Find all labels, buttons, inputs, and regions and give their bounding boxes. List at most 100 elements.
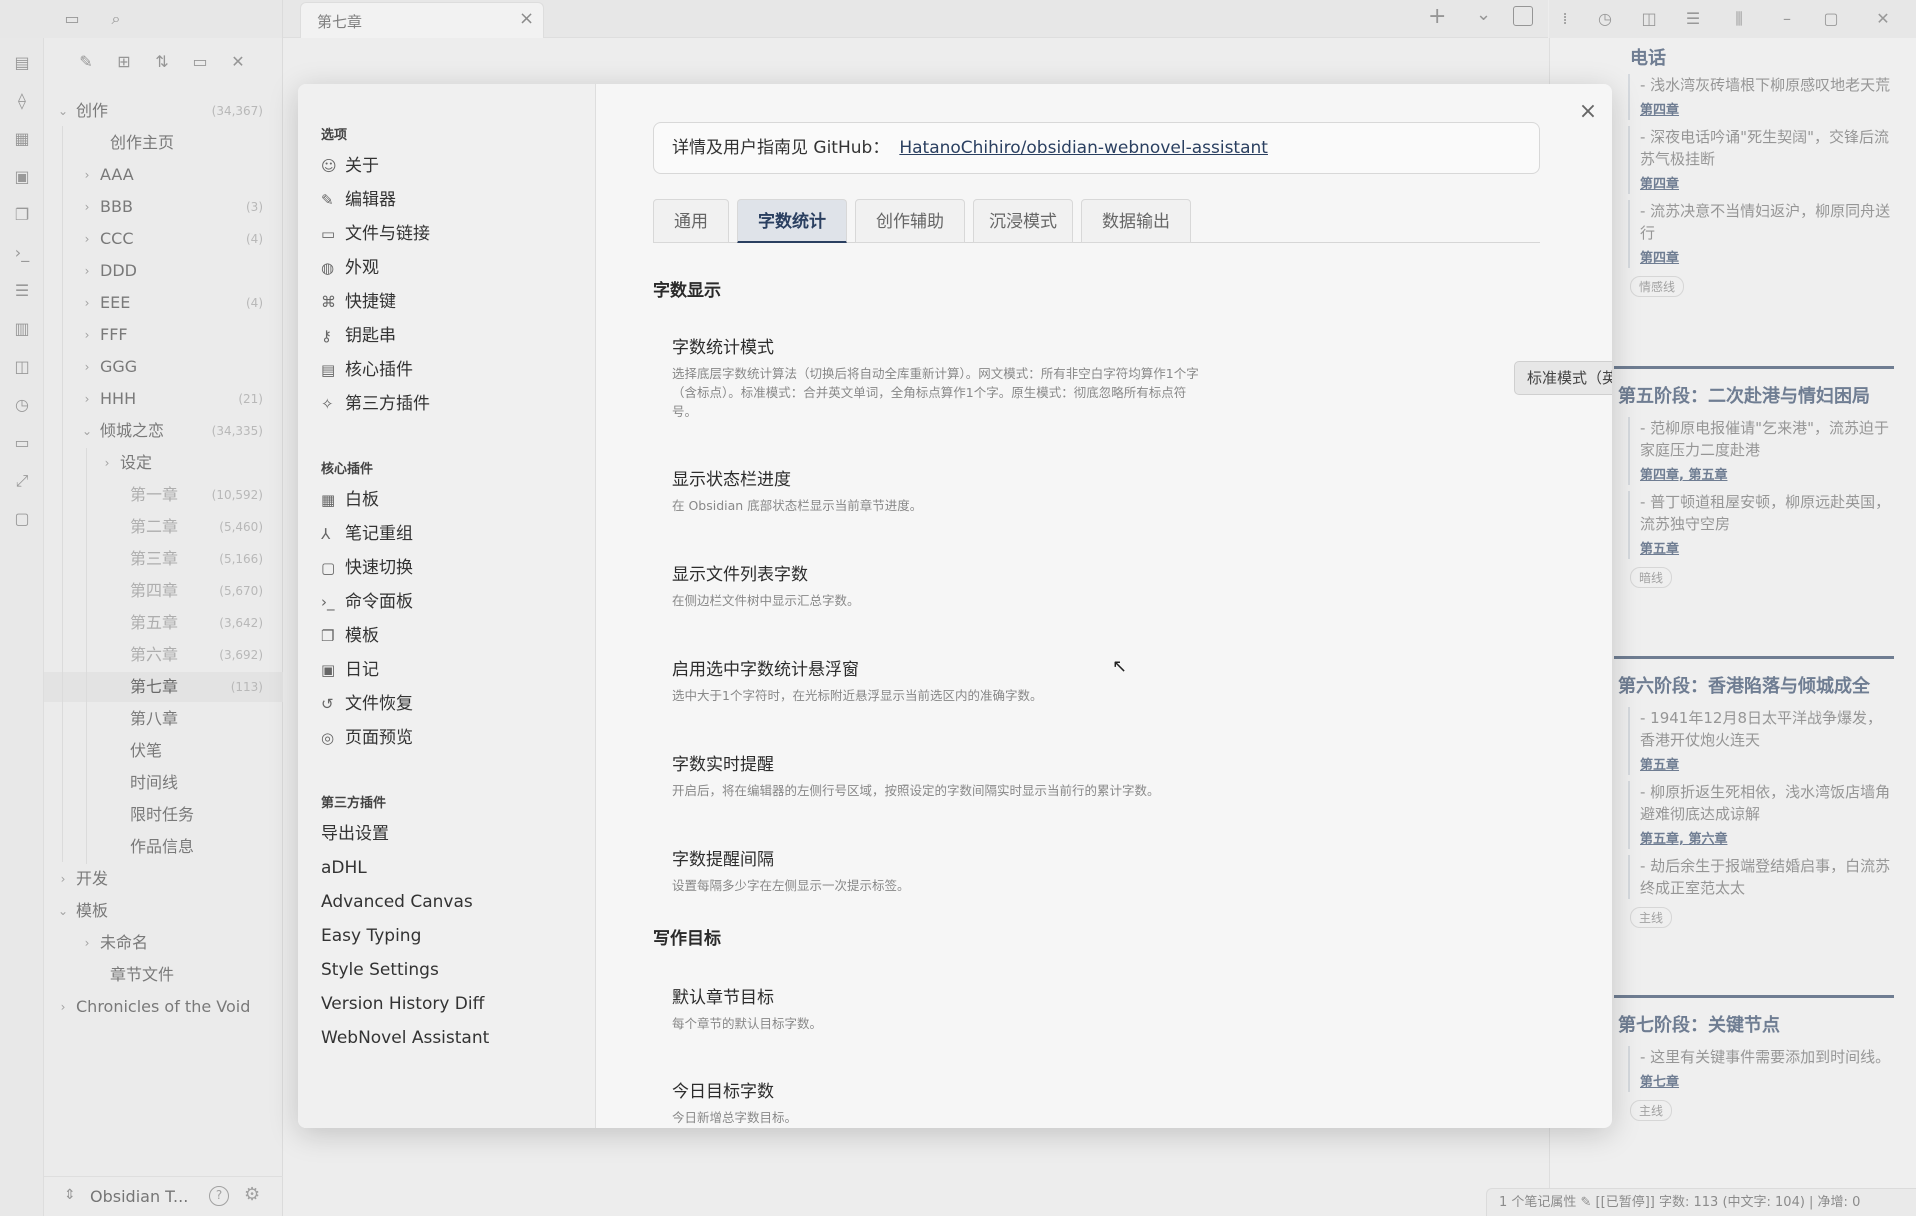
- setting-name: 字数提醒间隔: [672, 850, 774, 870]
- settings-nav-item[interactable]: Easy Typing: [321, 921, 571, 951]
- github-info-box: 详情及用户指南见 GitHub： HatanoChihiro/obsidian-w…: [653, 122, 1540, 174]
- setting-chapter-goal: 默认章节目标 每个章节的默认目标字数。: [672, 986, 1532, 1033]
- setting-selection-popup: 启用选中字数统计悬浮窗 选中大于1个字符时，在光标附近悬浮显示当前选区内的准确字…: [672, 658, 1532, 705]
- settings-nav-item[interactable]: WebNovel Assistant: [321, 1023, 571, 1053]
- mouse-cursor-icon: ↖: [1112, 656, 1128, 677]
- setting-desc: 在 Obsidian 底部状态栏显示当前章节进度。: [672, 498, 923, 513]
- setting-name: 显示文件列表字数: [672, 565, 808, 585]
- nav-item-label: 外观: [345, 258, 379, 278]
- nav-section-core: 核心插件: [321, 462, 374, 477]
- nav-item-label: 关于: [345, 156, 379, 176]
- settings-nav-item[interactable]: ✎ 编辑器: [321, 185, 571, 215]
- calendar-icon: ▣: [321, 661, 336, 679]
- tab-general[interactable]: 通用: [653, 199, 729, 243]
- setting-realtime-reminder: 字数实时提醒 开启后，将在编辑器的左侧行号区域，按照设定的字数间隔实时显示当前行…: [672, 753, 1532, 800]
- settings-nav-item[interactable]: ✧ 第三方插件: [321, 389, 571, 419]
- nav-item-label: 快捷键: [345, 292, 396, 312]
- pencil-icon: ✎: [321, 191, 334, 209]
- folder-icon: ▭: [321, 225, 336, 243]
- nav-item-label: 日记: [345, 660, 379, 680]
- setting-filelist-count: 显示文件列表字数 在侧边栏文件树中显示汇总字数。: [672, 563, 1532, 610]
- nav-item-label: 页面预览: [345, 728, 413, 748]
- preview-icon: ◎: [321, 729, 335, 747]
- plugin-icon: ▤: [321, 361, 336, 379]
- canvas-icon: ▦: [321, 491, 336, 509]
- setting-name: 显示状态栏进度: [672, 470, 791, 490]
- setting-daily-goal: 今日目标字数 今日新增总字数目标。: [672, 1080, 1532, 1127]
- settings-nav-item[interactable]: ◍ 外观: [321, 253, 571, 283]
- settings-nav-item[interactable]: ⅄ 笔记重组: [321, 519, 571, 549]
- nav-item-label: 模板: [345, 626, 379, 646]
- template-icon: ❐: [321, 627, 335, 645]
- settings-nav-item[interactable]: ▢ 快速切换: [321, 553, 571, 583]
- settings-nav-item[interactable]: ☺ 关于: [321, 151, 571, 181]
- tab-writing-aid[interactable]: 创作辅助: [855, 199, 965, 243]
- settings-nav-item[interactable]: ▣ 日记: [321, 655, 571, 685]
- count-mode-select[interactable]: 标准模式（英文算词，全角标点算字）⌃⌄: [1514, 361, 1612, 395]
- nav-item-label: 命令面板: [345, 592, 413, 612]
- nav-item-label: 白板: [345, 490, 379, 510]
- merge-icon: ⅄: [321, 525, 331, 543]
- settings-nav-item[interactable]: ▭ 文件与链接: [321, 219, 571, 249]
- settings-nav-item[interactable]: Advanced Canvas: [321, 887, 571, 917]
- settings-nav-item[interactable]: Style Settings: [321, 955, 571, 985]
- setting-desc: 今日新增总字数目标。: [672, 1110, 798, 1125]
- setting-name: 字数统计模式: [672, 338, 774, 358]
- setting-desc: 开启后，将在编辑器的左侧行号区域，按照设定的字数间隔实时显示当前行的累计字数。: [672, 783, 1160, 798]
- section-writing-goal: 写作目标: [653, 929, 721, 949]
- section-word-display: 字数显示: [653, 281, 721, 301]
- settings-nav-item[interactable]: ↺ 文件恢复: [321, 689, 571, 719]
- tab-data-export[interactable]: 数据输出: [1081, 199, 1191, 243]
- settings-nav-item[interactable]: aDHL: [321, 853, 571, 883]
- settings-nav-item[interactable]: ▦ 白板: [321, 485, 571, 515]
- nav-item-label: 核心插件: [345, 360, 413, 380]
- restore-icon: ↺: [321, 695, 334, 713]
- info-prefix: 详情及用户指南见 GitHub：: [672, 138, 890, 158]
- modal-close-icon[interactable]: ×: [1574, 98, 1602, 126]
- setting-reminder-interval: 字数提醒间隔 设置每隔多少字在左侧显示一次提示标签。: [672, 848, 1532, 895]
- settings-nav: 选项 ☺ 关于 ✎ 编辑器 ▭ 文件与链接 ◍ 外观 ⌘ 快捷键 ⚷ 钥匙串 ▤ 核心插件 ✧ 第三方插件 核心插…: [298, 84, 596, 1128]
- setting-name: 今日目标字数: [672, 1082, 774, 1102]
- puzzle-icon: ✧: [321, 395, 334, 413]
- nav-item-label: 文件与链接: [345, 224, 430, 244]
- settings-nav-item[interactable]: ▤ 核心插件: [321, 355, 571, 385]
- settings-nav-item[interactable]: ❐ 模板: [321, 621, 571, 651]
- setting-desc: 设置每隔多少字在左侧显示一次提示标签。: [672, 878, 910, 893]
- github-link[interactable]: HatanoChihiro/obsidian-webnovel-assistan…: [899, 138, 1268, 158]
- setting-name: 启用选中字数统计悬浮窗: [672, 660, 859, 680]
- nav-item-label: 钥匙串: [345, 326, 396, 346]
- setting-count-mode: 字数统计模式 选择底层字数统计算法（切换后将自动全库重新计算）。网文模式：所有非…: [672, 336, 1532, 421]
- terminal-icon: ›_: [321, 593, 335, 611]
- settings-nav-item[interactable]: ◎ 页面预览: [321, 723, 571, 753]
- settings-content: 详情及用户指南见 GitHub： HatanoChihiro/obsidian-w…: [596, 84, 1612, 1128]
- settings-nav-item[interactable]: ›_ 命令面板: [321, 587, 571, 617]
- settings-nav-item[interactable]: Version History Diff: [321, 989, 571, 1019]
- tab-immersive[interactable]: 沉浸模式: [973, 199, 1073, 243]
- settings-modal: 选项 ☺ 关于 ✎ 编辑器 ▭ 文件与链接 ◍ 外观 ⌘ 快捷键 ⚷ 钥匙串 ▤ 核心插件 ✧ 第三方插件 核心插…: [298, 84, 1612, 1128]
- nav-item-label: 第三方插件: [345, 394, 430, 414]
- settings-nav-item[interactable]: ⚷ 钥匙串: [321, 321, 571, 351]
- nav-item-label: 笔记重组: [345, 524, 413, 544]
- settings-nav-item[interactable]: 导出设置: [321, 819, 571, 849]
- nav-section-third: 第三方插件: [321, 796, 387, 811]
- nav-item-label: 编辑器: [345, 190, 396, 210]
- setting-statusbar-progress: 显示状态栏进度 在 Obsidian 底部状态栏显示当前章节进度。: [672, 468, 1532, 515]
- setting-name: 默认章节目标: [672, 988, 774, 1008]
- key-icon: ⚷: [321, 327, 332, 345]
- select-value: 标准模式（英文算词，全角标点算字）: [1527, 369, 1612, 387]
- nav-section-options: 选项: [321, 128, 348, 143]
- switch-icon: ▢: [321, 559, 336, 577]
- setting-desc: 每个章节的默认目标字数。: [672, 1016, 823, 1031]
- plugin-tabs: 通用 字数统计 创作辅助 沉浸模式 数据输出: [653, 199, 1540, 243]
- nav-item-label: 快速切换: [345, 558, 413, 578]
- command-icon: ⌘: [321, 293, 336, 311]
- gear-icon: ☺: [321, 157, 337, 175]
- settings-nav-item[interactable]: ⌘ 快捷键: [321, 287, 571, 317]
- nav-item-label: 文件恢复: [345, 694, 413, 714]
- setting-desc: 选择底层字数统计算法（切换后将自动全库重新计算）。网文模式：所有非空白字符均算作…: [672, 366, 1199, 419]
- palette-icon: ◍: [321, 259, 335, 277]
- setting-desc: 选中大于1个字符时，在光标附近悬浮显示当前选区内的准确字数。: [672, 688, 1043, 703]
- setting-name: 字数实时提醒: [672, 755, 774, 775]
- setting-desc: 在侧边栏文件树中显示汇总字数。: [672, 593, 860, 608]
- tab-word-count[interactable]: 字数统计: [737, 199, 847, 243]
